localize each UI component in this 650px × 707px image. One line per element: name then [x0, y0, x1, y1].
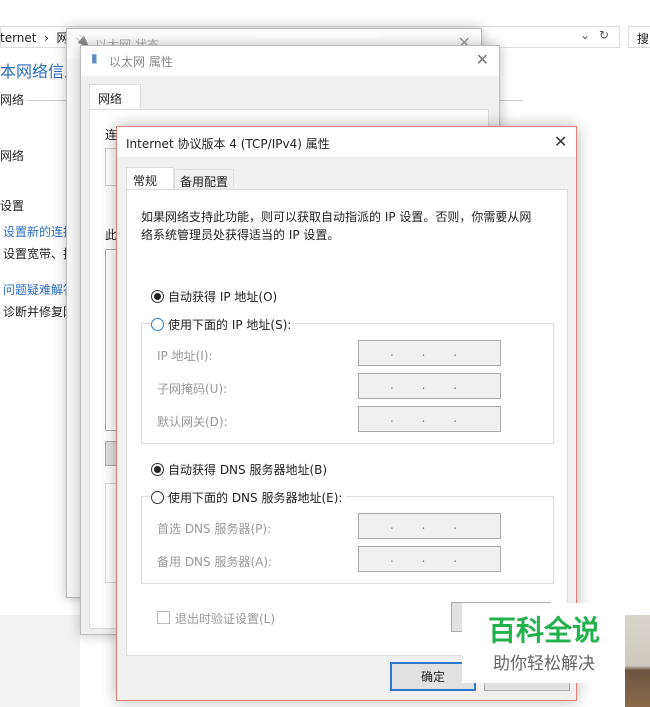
close-icon[interactable]: ✕	[554, 132, 567, 151]
dns-manual-label: 使用下面的 DNS 服务器地址(E):	[168, 489, 347, 506]
new-connection-desc: 设置宽带、拨	[3, 247, 76, 261]
description-line: 如果网络支持此功能，则可以获取自动指派的 IP 设置。否则，你需要从网	[141, 210, 532, 224]
subnet-mask-label: 子网掩码(U):	[157, 382, 228, 396]
dns-auto-radio[interactable]	[151, 463, 164, 476]
network-adapter-icon: ▮	[91, 51, 98, 65]
ip-auto-radio[interactable]	[151, 290, 164, 303]
address-text: ternet › 网	[0, 31, 69, 45]
close-icon[interactable]: ✕	[476, 50, 489, 69]
ip-manual-label: 使用下面的 IP 地址(S):	[168, 316, 296, 333]
search-input[interactable]: 搜	[628, 26, 650, 48]
dialog-title: Internet 协议版本 4 (TCP/IPv4) 属性	[126, 137, 330, 151]
dropdown-icon[interactable]: ⌄	[580, 28, 590, 42]
alternate-dns-label: 备用 DNS 服务器(A):	[157, 555, 273, 569]
tab-general[interactable]: 常规	[126, 167, 174, 191]
background-area	[0, 615, 80, 707]
photo-thumbnail	[625, 615, 650, 707]
default-gateway-input[interactable]: . . .	[358, 406, 501, 432]
ip-manual-radio[interactable]	[151, 318, 164, 331]
subnet-mask-input[interactable]: . . .	[358, 373, 501, 399]
description: 如果网络支持此功能，则可以获取自动指派的 IP 设置。否则，你需要从网 络系统管…	[141, 208, 531, 244]
section-network: 网络	[0, 93, 25, 107]
tab-network[interactable]: 网络	[89, 84, 141, 110]
section-settings: 设置	[0, 199, 25, 213]
ip-address-label: IP 地址(I):	[157, 349, 213, 363]
watermark-title: 百科全说	[487, 614, 600, 647]
link-troubleshoot[interactable]: 问题疑难解答	[3, 281, 75, 298]
ip-address-input[interactable]: . . .	[358, 340, 501, 366]
dns-manual-radio[interactable]	[151, 491, 164, 504]
window-title: 以太网 属性	[109, 55, 173, 69]
network-item: 网络	[0, 149, 25, 163]
link-new-connection[interactable]: 设置新的连接	[3, 223, 75, 240]
watermark: 百科全说 助你轻松解决	[462, 603, 626, 683]
alternate-dns-input[interactable]: . . .	[358, 546, 501, 572]
validate-label: 退出时验证设置(L)	[175, 612, 276, 626]
description-line: 络系统管理员处获得适当的 IP 设置。	[141, 228, 340, 242]
preferred-dns-label: 首选 DNS 服务器(P):	[157, 522, 272, 536]
default-gateway-label: 默认网关(D):	[157, 415, 228, 429]
refresh-icon[interactable]: ↻	[599, 28, 609, 42]
ip-auto-label: 自动获得 IP 地址(O)	[168, 290, 278, 304]
tab-alternate[interactable]: 备用配置	[174, 169, 234, 190]
watermark-subtitle: 助你轻松解决	[493, 654, 595, 674]
tab-panel: 如果网络支持此功能，则可以获取自动指派的 IP 设置。否则，你需要从网 络系统管…	[126, 189, 568, 656]
troubleshoot-desc: 诊断并修复网	[3, 305, 76, 319]
dns-auto-label: 自动获得 DNS 服务器地址(B)	[168, 463, 328, 477]
preferred-dns-input[interactable]: . . .	[358, 513, 501, 539]
validate-checkbox[interactable]	[157, 611, 170, 624]
